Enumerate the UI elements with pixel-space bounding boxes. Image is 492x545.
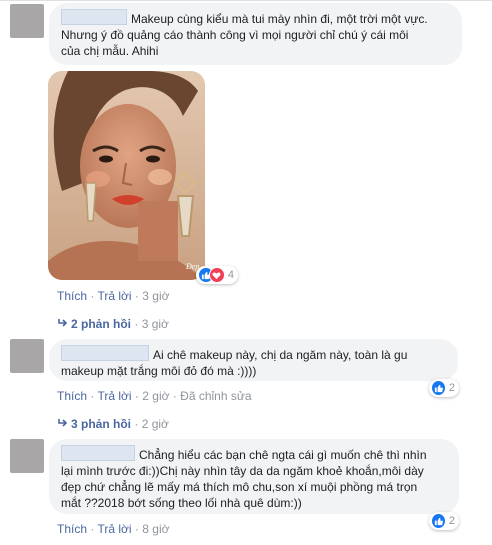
comment-text-line: Nhưng ý đồ quảng cáo thành công vì mọi n… [61,28,409,42]
comment-bubble: Makeup cùng kiểu mà tui mày nhìn đi, một… [49,3,462,65]
thumbs-up-icon [431,513,446,529]
view-replies-link[interactable]: 2 phản hồi · 3 giờ [57,317,169,331]
commenter-name[interactable] [61,445,135,461]
comment-text-line: lại mình trước đi:))Chị này nhìn tây da … [61,464,424,478]
reply-link[interactable]: Trả lời [97,289,131,303]
timestamp[interactable]: 8 giờ [142,522,169,536]
commenter-name[interactable] [61,345,149,361]
reaction-summary[interactable]: 2 [429,379,459,397]
comment-text-line: Makeup cùng kiểu mà tui mày nhìn đi, một… [61,9,450,27]
reaction-count: 2 [448,382,455,394]
commenter-avatar[interactable] [10,339,44,373]
comment-text-line: Ai chê makeup này, chị da ngăm này, toàn… [61,345,446,363]
reaction-summary[interactable]: 2 [429,512,459,530]
thumbs-up-icon [431,380,446,396]
like-link[interactable]: Thích [57,389,87,403]
like-link[interactable]: Thích [57,522,87,536]
reaction-summary[interactable]: 4 [196,266,238,284]
reply-arrow-icon [57,317,71,331]
commenter-name[interactable] [61,9,127,25]
view-replies-link[interactable]: 3 phản hồi · 2 giờ [57,417,169,431]
like-link[interactable]: Thích [57,289,87,303]
comment-text-line: của chị mẫu. Ahihi [61,44,159,58]
comment-actions: Thích · Trả lời · 2 giờ · Đã chỉnh sửa [57,389,252,403]
reaction-count: 2 [448,515,455,527]
timestamp[interactable]: 3 giờ [142,289,169,303]
model-portrait-image: Đẹp [48,71,205,280]
timestamp[interactable]: 2 giờ [142,389,169,403]
edited-label[interactable]: Đã chỉnh sửa [180,389,251,403]
comment-photo[interactable]: Đẹp [48,71,205,280]
heart-icon [208,267,225,283]
commenter-avatar[interactable] [10,4,44,38]
reply-link[interactable]: Trả lời [97,522,131,536]
comment-bubble: Ai chê makeup này, chị da ngăm này, toàn… [49,339,458,381]
comment-actions: Thích · Trả lời · 3 giờ [57,289,170,303]
top-divider [0,0,492,1]
comment-text-line: mắt ??2018 bớt sống theo lối nhà quê dùm… [61,496,302,510]
comment-text-line: đẹp chứ chẳng lẽ mấy má thích mô chu,son… [61,480,418,494]
reaction-count: 4 [227,269,234,281]
reply-link[interactable]: Trả lời [97,389,131,403]
comment-text-line: Chẳng hiểu các bạn chê ngta cái gì muốn … [61,445,447,463]
comment-actions: Thích · Trả lời · 8 giờ [57,522,170,536]
comment-bubble: Chẳng hiểu các bạn chê ngta cái gì muốn … [49,439,459,514]
comment-text-line: makeup mặt trắng môi đỏ đó mà :)))) [61,364,257,378]
commenter-avatar[interactable] [10,439,44,473]
reply-arrow-icon [57,417,71,431]
